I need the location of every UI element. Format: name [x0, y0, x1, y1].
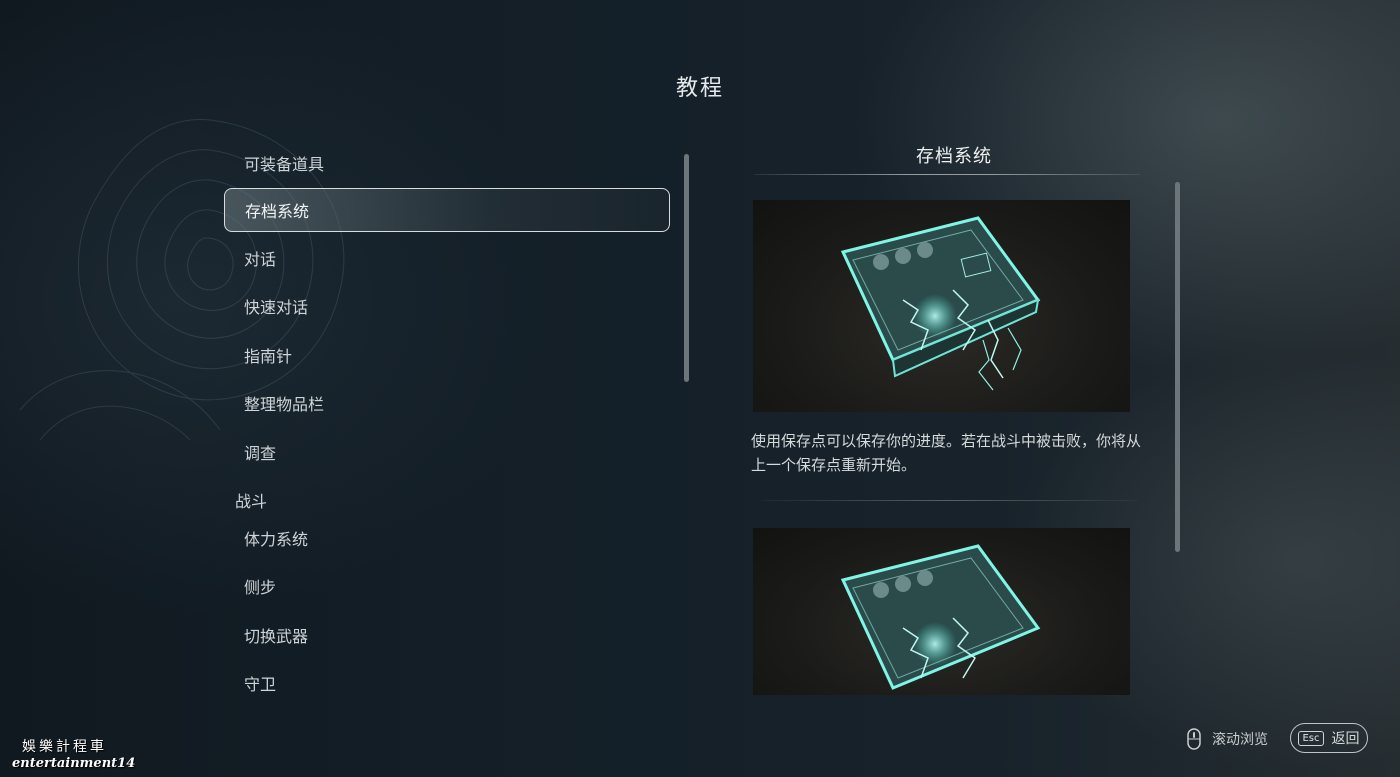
menu-item-investigate[interactable]: 调查: [224, 430, 670, 474]
detail-description: 使用保存点可以保存你的进度。若在战斗中被击败，你将从上一个保存点重新开始。: [751, 432, 1142, 474]
menu-item-equippable-items[interactable]: 可装备道具: [224, 141, 670, 185]
menu-item-organize-inventory[interactable]: 整理物品栏: [224, 381, 670, 425]
menu-item-label: 对话: [244, 250, 277, 269]
detail-title: 存档系统: [916, 146, 992, 167]
menu-item-label: 体力系统: [244, 530, 309, 549]
menu-item-stamina-system[interactable]: 体力系统: [224, 516, 670, 560]
scroll-hint: 滚动浏览: [1186, 726, 1268, 752]
menu-item-save-system[interactable]: 存档系统: [224, 188, 670, 232]
watermark-line1: 娛樂計程車: [22, 739, 107, 755]
menu-item-compass[interactable]: 指南针: [224, 333, 670, 377]
tutorial-preview-image: [753, 528, 1130, 695]
detail-divider: [762, 500, 1138, 501]
detail-title-divider: [754, 174, 1140, 175]
menu-item-label: 侧步: [244, 578, 277, 597]
detail-scrollbar[interactable]: [1175, 182, 1180, 552]
back-button[interactable]: Esc 返回: [1290, 723, 1368, 753]
menu-item-label: 切换武器: [244, 627, 309, 646]
menu-item-guard[interactable]: 守卫: [224, 661, 670, 705]
esc-key-icon: Esc: [1298, 730, 1324, 746]
watermark-line2: entertainment14: [12, 756, 136, 771]
menu-item-label: 指南针: [244, 347, 293, 366]
mouse-scroll-icon: [1187, 728, 1201, 750]
tutorial-menu-list: 可装备道具 存档系统 对话 快速对话 指南针 整理物品栏 调查 战斗 体力系统 …: [224, 140, 674, 710]
tutorial-screen: 教程 可装备道具 存档系统 对话 快速对话 指南针 整理物品栏 调查 战斗 体力…: [0, 0, 1400, 777]
menu-item-sidestep[interactable]: 侧步: [224, 564, 670, 608]
menu-item-label: 调查: [244, 444, 277, 463]
menu-item-switch-weapon[interactable]: 切换武器: [224, 613, 670, 657]
menu-category-combat: 战斗: [235, 492, 268, 511]
menu-item-label: 存档系统: [245, 202, 310, 221]
menu-item-label: 快速对话: [244, 298, 309, 317]
menu-scrollbar[interactable]: [684, 154, 689, 382]
tutorial-preview-image: [753, 200, 1130, 412]
menu-item-label: 可装备道具: [244, 155, 325, 174]
page-title: 教程: [675, 76, 724, 101]
menu-item-label: 整理物品栏: [244, 395, 325, 414]
menu-item-label: 守卫: [244, 675, 277, 694]
menu-item-dialogue[interactable]: 对话: [224, 236, 670, 280]
menu-item-quick-dialogue[interactable]: 快速对话: [224, 284, 670, 328]
back-label: 返回: [1331, 731, 1360, 747]
watermark: 娛樂計程車 entertainment14: [12, 736, 142, 771]
scroll-hint-label: 滚动浏览: [1212, 732, 1268, 748]
